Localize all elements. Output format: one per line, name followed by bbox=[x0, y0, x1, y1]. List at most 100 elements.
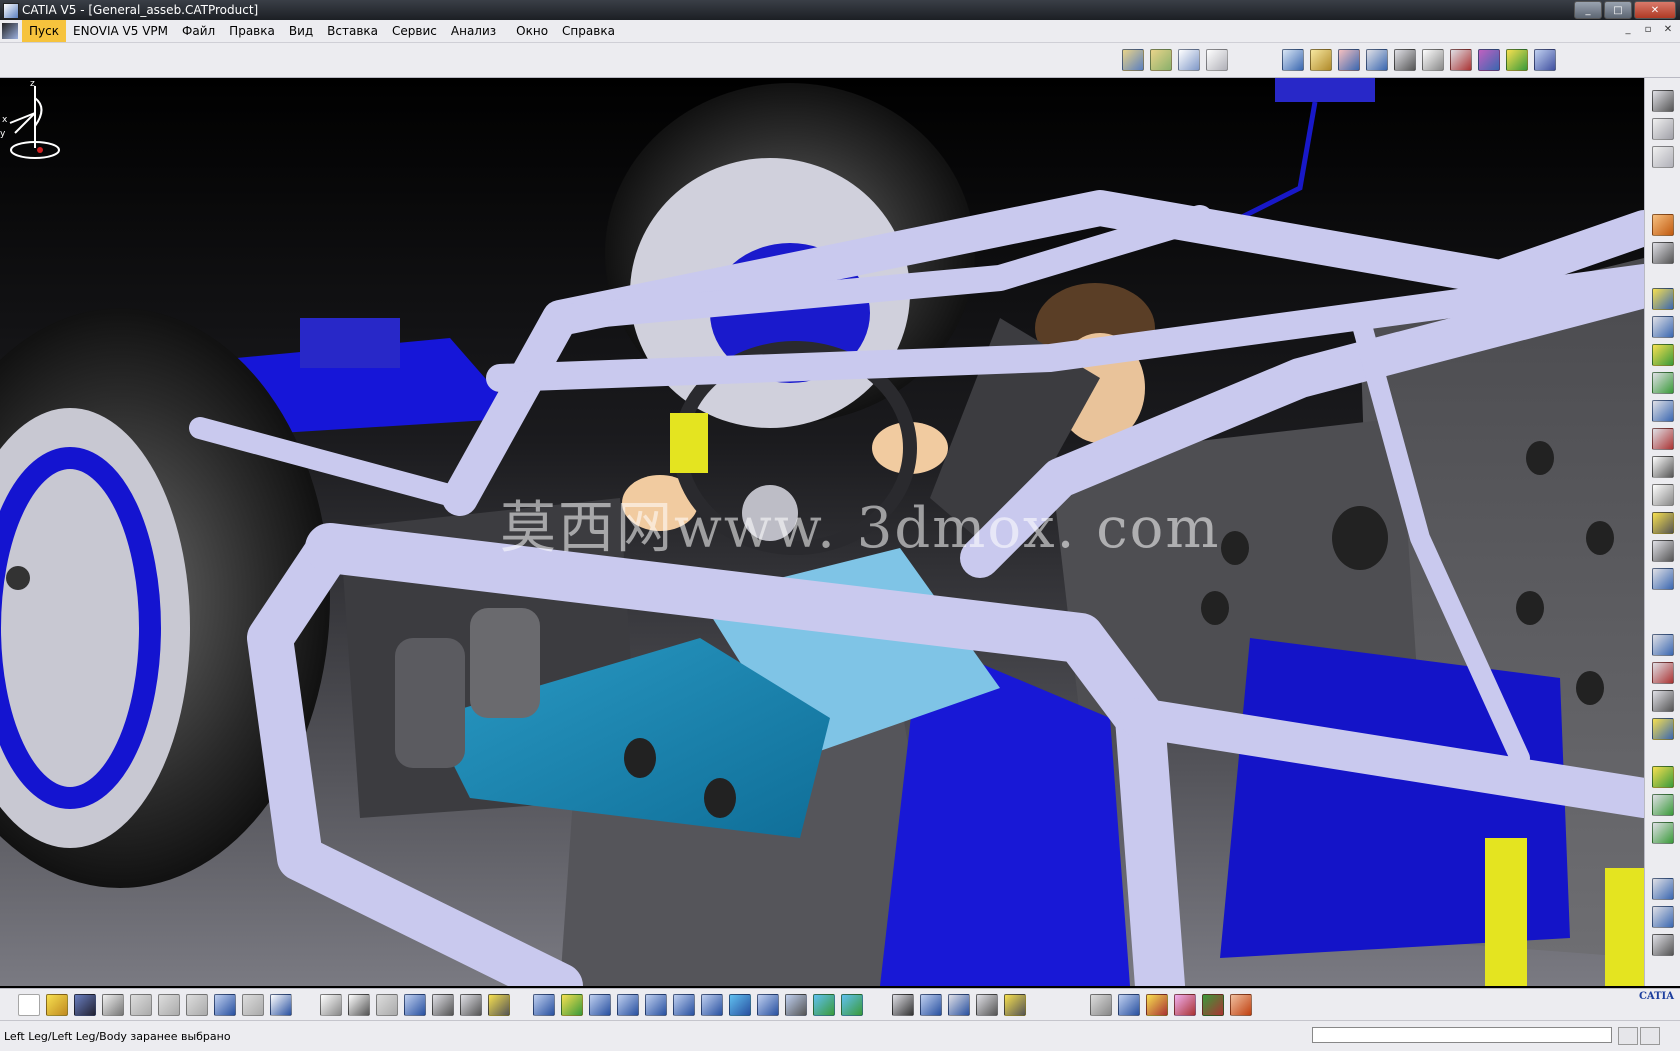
light-icon[interactable] bbox=[1652, 718, 1674, 740]
menu-help[interactable]: Справка bbox=[555, 20, 622, 42]
graph-icon[interactable] bbox=[1652, 906, 1674, 928]
formula-icon[interactable] bbox=[320, 994, 342, 1016]
existing-component-icon[interactable] bbox=[1206, 49, 1228, 71]
measure-icon[interactable] bbox=[1652, 288, 1674, 310]
measure-inertia-icon[interactable] bbox=[1004, 994, 1026, 1016]
doc-minimize-button[interactable]: _ bbox=[1620, 23, 1636, 37]
doc-restore-button[interactable]: ▫ bbox=[1640, 23, 1656, 37]
menu-enovia[interactable]: ENOVIA V5 VPM bbox=[66, 20, 175, 42]
expand-icon[interactable] bbox=[1652, 934, 1674, 956]
bill-of-material-icon[interactable] bbox=[1652, 344, 1674, 366]
mechanism-icon[interactable] bbox=[1652, 822, 1674, 844]
hide-show-icon[interactable] bbox=[813, 994, 835, 1016]
normal-view-icon[interactable] bbox=[701, 994, 723, 1016]
render-icon[interactable] bbox=[1202, 994, 1224, 1016]
command-option-button[interactable] bbox=[1618, 1027, 1638, 1045]
angle-icon[interactable] bbox=[1450, 49, 1472, 71]
scene-icon[interactable] bbox=[1652, 146, 1674, 168]
track-icon[interactable] bbox=[1652, 634, 1674, 656]
open-folder-icon[interactable] bbox=[46, 994, 68, 1016]
update-icon[interactable] bbox=[1506, 49, 1528, 71]
spec-tree-icon[interactable] bbox=[432, 994, 454, 1016]
copy-icon[interactable] bbox=[158, 994, 180, 1016]
save-icon[interactable] bbox=[74, 994, 96, 1016]
fix-icon[interactable] bbox=[1478, 49, 1500, 71]
product-icon[interactable] bbox=[1150, 49, 1172, 71]
camera-icon[interactable] bbox=[892, 994, 914, 1016]
component-icon[interactable] bbox=[1122, 49, 1144, 71]
gear-icon[interactable] bbox=[1652, 90, 1674, 112]
iso-view-icon[interactable] bbox=[757, 994, 779, 1016]
fit-all-in-icon[interactable] bbox=[1652, 690, 1674, 712]
parameter-icon[interactable] bbox=[488, 994, 510, 1016]
distance-icon[interactable] bbox=[1652, 428, 1674, 450]
swap-space-icon[interactable] bbox=[841, 994, 863, 1016]
text-icon[interactable] bbox=[1652, 484, 1674, 506]
menu-window[interactable]: Окно bbox=[509, 20, 555, 42]
paste-icon[interactable] bbox=[186, 994, 208, 1016]
close-button[interactable]: ✕ bbox=[1634, 1, 1676, 19]
lock-icon[interactable] bbox=[460, 994, 482, 1016]
law-icon[interactable] bbox=[376, 994, 398, 1016]
print-icon[interactable] bbox=[102, 994, 124, 1016]
minimize-button[interactable]: _ bbox=[1574, 1, 1602, 19]
undo-icon[interactable] bbox=[214, 994, 236, 1016]
kinematics-icon[interactable] bbox=[1652, 766, 1674, 788]
contact-icon[interactable] bbox=[1394, 49, 1416, 71]
menu-view[interactable]: Вид bbox=[282, 20, 320, 42]
publish-icon[interactable] bbox=[1652, 540, 1674, 562]
design-table-icon[interactable] bbox=[404, 994, 426, 1016]
explode-icon[interactable] bbox=[1338, 49, 1360, 71]
tree-icon[interactable] bbox=[1652, 878, 1674, 900]
shading-icon[interactable] bbox=[785, 994, 807, 1016]
redo-icon[interactable] bbox=[242, 994, 264, 1016]
clash-icon[interactable] bbox=[1652, 316, 1674, 338]
analyze-icon[interactable] bbox=[1652, 242, 1674, 264]
cut-icon[interactable] bbox=[130, 994, 152, 1016]
reuse-pattern-icon[interactable] bbox=[1534, 49, 1556, 71]
grid-icon[interactable] bbox=[1230, 994, 1252, 1016]
part-icon[interactable] bbox=[1178, 49, 1200, 71]
whats-this-icon[interactable] bbox=[270, 994, 292, 1016]
menu-tools[interactable]: Сервис bbox=[385, 20, 444, 42]
select-icon[interactable] bbox=[1652, 214, 1674, 236]
compass-icon[interactable]: z x y bbox=[0, 78, 70, 168]
snap-icon[interactable] bbox=[1310, 49, 1332, 71]
apply-material-icon[interactable] bbox=[1174, 994, 1196, 1016]
simulation-icon[interactable] bbox=[1652, 568, 1674, 590]
3d-viewport[interactable]: 莫西网www. 3dmox. com z x y bbox=[0, 78, 1644, 986]
menu-file[interactable]: Файл bbox=[175, 20, 222, 42]
menu-edit[interactable]: Правка bbox=[222, 20, 282, 42]
command-input[interactable] bbox=[1312, 1027, 1612, 1043]
coincidence-icon[interactable] bbox=[1366, 49, 1388, 71]
new-file-icon[interactable] bbox=[18, 994, 40, 1016]
manipulate-icon[interactable] bbox=[1282, 49, 1304, 71]
document-icon[interactable] bbox=[2, 23, 18, 39]
update-all-icon[interactable] bbox=[920, 994, 942, 1016]
command-stop-button[interactable] bbox=[1640, 1027, 1660, 1045]
catalog-icon[interactable] bbox=[1652, 118, 1674, 140]
move-icon[interactable] bbox=[1652, 372, 1674, 394]
measure-item-icon[interactable] bbox=[976, 994, 998, 1016]
eraser-icon[interactable] bbox=[1118, 994, 1140, 1016]
zoom-in-icon[interactable] bbox=[645, 994, 667, 1016]
fit-all-icon[interactable] bbox=[561, 994, 583, 1016]
joint-icon[interactable] bbox=[1652, 794, 1674, 816]
measure-between-icon[interactable] bbox=[948, 994, 970, 1016]
rotate-icon[interactable] bbox=[617, 994, 639, 1016]
sectioning-icon[interactable] bbox=[1652, 400, 1674, 422]
material-icon[interactable] bbox=[1146, 994, 1168, 1016]
menu-start[interactable]: Пуск bbox=[22, 20, 66, 42]
doc-close-button[interactable]: ✕ bbox=[1660, 23, 1676, 37]
weld-icon[interactable] bbox=[1652, 512, 1674, 534]
menu-insert[interactable]: Вставка bbox=[320, 20, 385, 42]
repeat-icon[interactable] bbox=[1090, 994, 1112, 1016]
annotation-icon[interactable] bbox=[1652, 456, 1674, 478]
menu-analysis[interactable]: Анализ bbox=[444, 20, 503, 42]
zoom-out-icon[interactable] bbox=[673, 994, 695, 1016]
fly-mode-icon[interactable] bbox=[533, 994, 555, 1016]
maximize-button[interactable]: □ bbox=[1604, 1, 1632, 19]
multi-view-icon[interactable] bbox=[729, 994, 751, 1016]
sequence-icon[interactable] bbox=[1652, 662, 1674, 684]
pan-icon[interactable] bbox=[589, 994, 611, 1016]
